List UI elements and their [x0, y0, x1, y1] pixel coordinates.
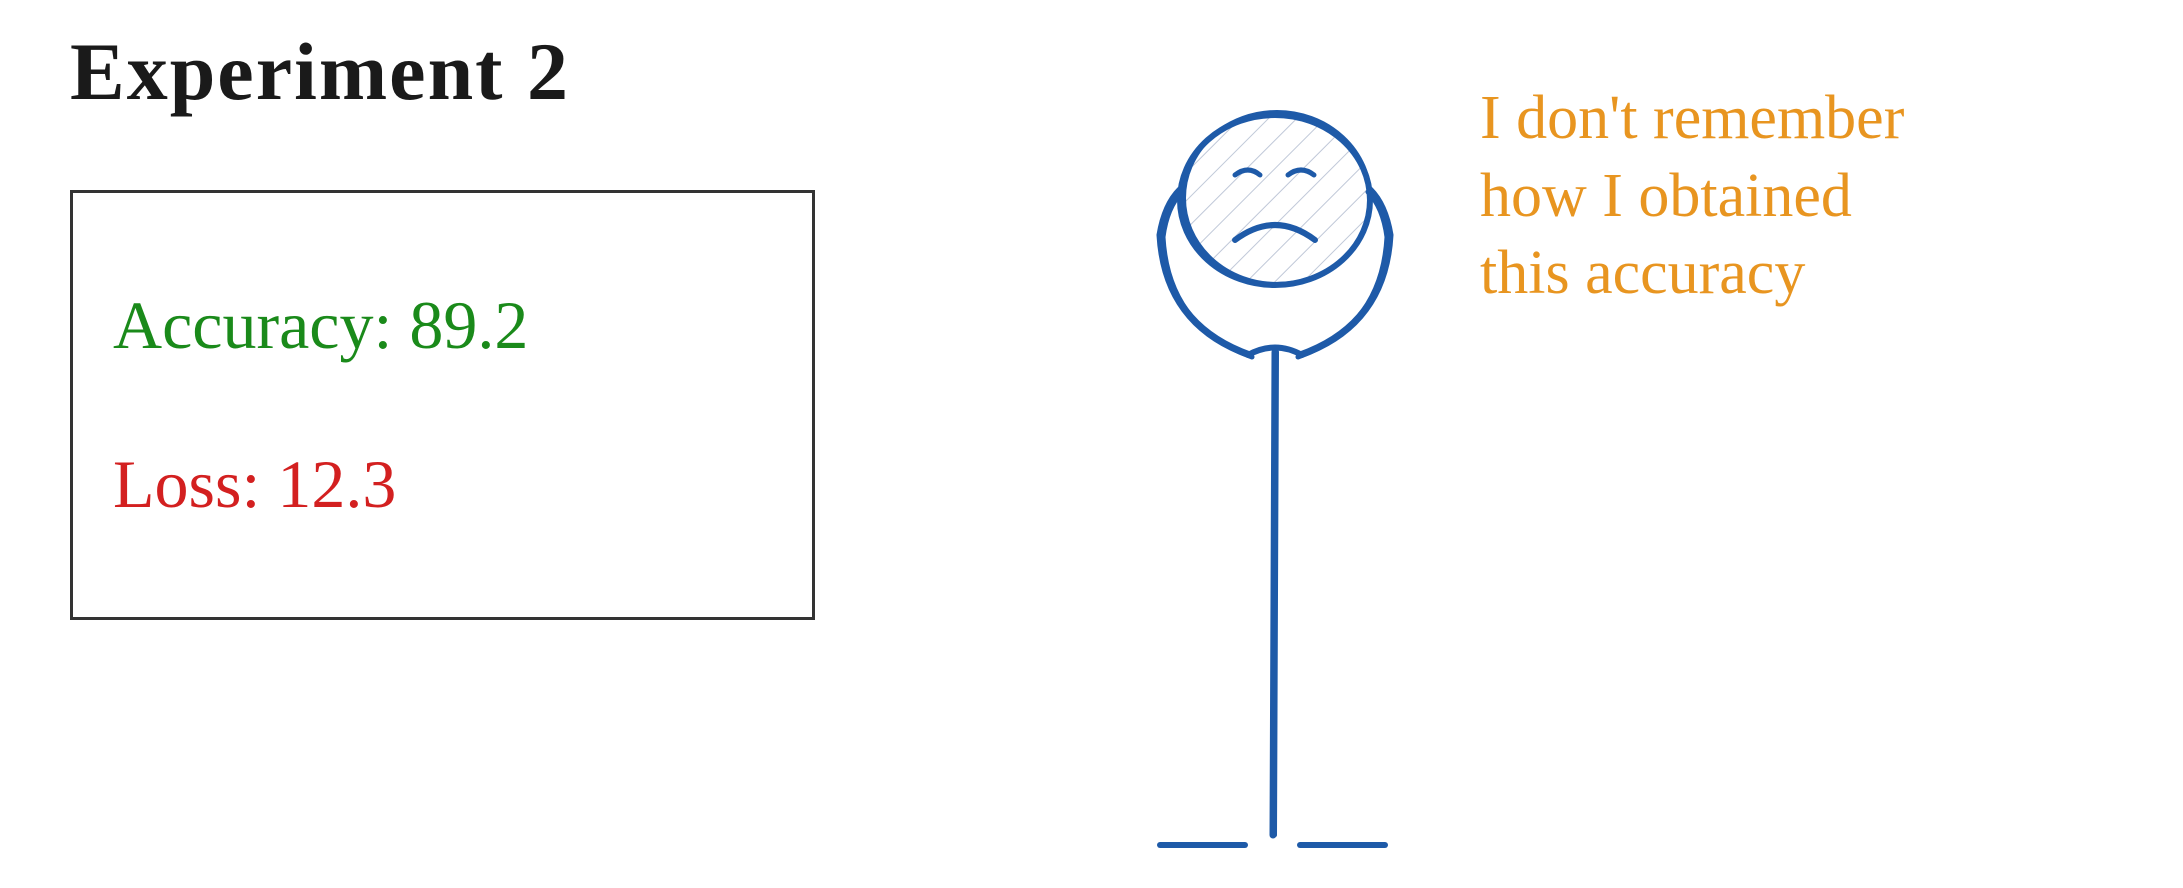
accuracy-value: 89.2 — [409, 287, 528, 363]
stick-figure-icon — [1070, 90, 1470, 870]
loss-label: Loss: — [113, 446, 260, 522]
results-box: Accuracy: 89.2 Loss: 12.3 — [70, 190, 815, 620]
speech-line-3: this accuracy — [1480, 235, 2130, 313]
loss-value: 12.3 — [277, 446, 396, 522]
loss-metric: Loss: 12.3 — [113, 445, 772, 524]
speech-line-1: I don't remember — [1480, 80, 2130, 158]
accuracy-label: Accuracy: — [113, 287, 392, 363]
speech-text: I don't remember how I obtained this acc… — [1480, 80, 2130, 313]
experiment-title: Experiment 2 — [70, 25, 570, 119]
speech-line-2: how I obtained — [1480, 158, 2130, 236]
accuracy-metric: Accuracy: 89.2 — [113, 286, 772, 365]
